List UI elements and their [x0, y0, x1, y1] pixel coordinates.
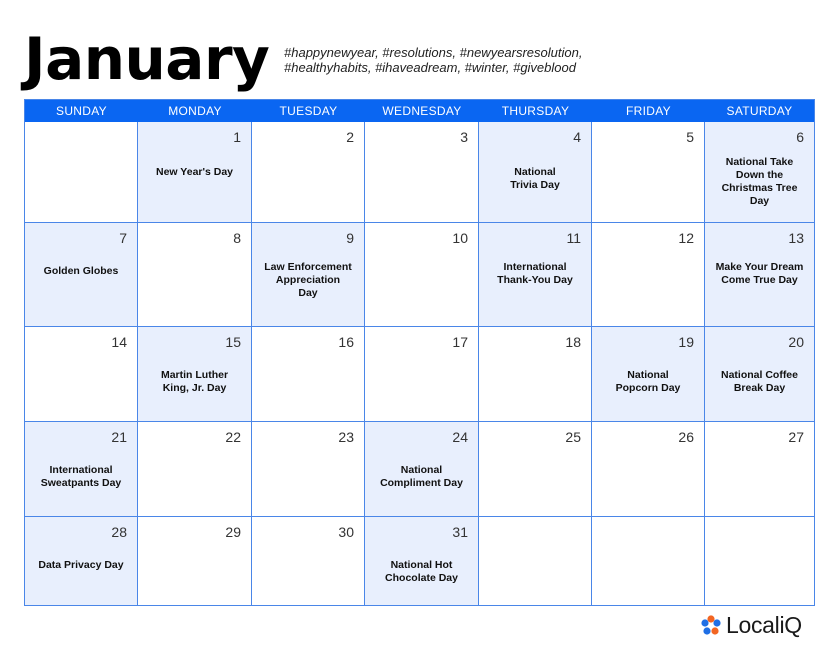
day-number: 9 — [346, 230, 354, 246]
weekday-saturday: SATURDAY — [726, 104, 793, 118]
day-cell: 18 — [479, 327, 592, 422]
day-cell: 7 Golden Globes — [25, 223, 138, 327]
day-number: 24 — [452, 429, 468, 445]
day-number: 17 — [452, 334, 468, 350]
day-cell — [479, 517, 592, 605]
weekday-friday: FRIDAY — [626, 104, 671, 118]
day-cell: 20 National Coffee Break Day — [705, 327, 814, 422]
day-cell: 1 New Year's Day — [138, 122, 252, 223]
day-number: 26 — [678, 429, 694, 445]
weekday-tuesday: TUESDAY — [279, 104, 338, 118]
day-cell: 5 — [592, 122, 705, 223]
day-cell: 11 International Thank-You Day — [479, 223, 592, 327]
day-number: 28 — [111, 524, 127, 540]
weekday-header: SUNDAY MONDAY TUESDAY WEDNESDAY THURSDAY FRID… — [25, 100, 814, 122]
day-cell: 29 — [138, 517, 252, 605]
day-cell: 25 — [479, 422, 592, 517]
event-label: Golden Globes — [43, 265, 119, 277]
event-label: Martin Luther King, Jr. Day — [160, 369, 229, 394]
day-number: 22 — [225, 429, 241, 445]
day-cell — [592, 517, 705, 605]
day-number: 7 — [119, 230, 127, 246]
day-number: 20 — [788, 334, 804, 350]
day-number: 25 — [565, 429, 581, 445]
day-cell: 4 National Trivia Day — [479, 122, 592, 223]
weekday-thursday: THURSDAY — [501, 104, 570, 118]
logo-text: LocaliQ — [726, 612, 802, 638]
localiq-logo: LocaliQ — [700, 612, 802, 639]
day-cell: 23 — [252, 422, 365, 517]
day-cell: 10 — [365, 223, 479, 327]
day-number: 16 — [338, 334, 354, 350]
day-cell — [705, 517, 814, 605]
day-number: 29 — [225, 524, 241, 540]
day-cell: 8 — [138, 223, 252, 327]
day-cell: 22 — [138, 422, 252, 517]
day-cell: 3 — [365, 122, 479, 223]
day-number: 6 — [796, 129, 804, 145]
day-cell: 17 — [365, 327, 479, 422]
event-label: National Hot Chocolate Day — [385, 559, 458, 584]
event-label: Data Privacy Day — [38, 559, 124, 571]
day-cell: 19 National Popcorn Day — [592, 327, 705, 422]
day-number: 13 — [788, 230, 804, 246]
day-number: 4 — [573, 129, 581, 145]
event-label: International Sweatpants Day — [40, 464, 122, 489]
day-number: 14 — [111, 334, 127, 350]
day-number: 1 — [233, 129, 241, 145]
weekday-wednesday: WEDNESDAY — [382, 104, 462, 118]
event-label: National Compliment Day — [380, 464, 463, 489]
day-cell: 26 — [592, 422, 705, 517]
day-number: 27 — [788, 429, 804, 445]
event-label: National Trivia Day — [510, 166, 560, 191]
day-cell: 27 — [705, 422, 814, 517]
day-cell: 12 — [592, 223, 705, 327]
day-cell: 28 Data Privacy Day — [25, 517, 138, 605]
day-number: 3 — [460, 129, 468, 145]
day-number: 30 — [338, 524, 354, 540]
day-cell: 14 — [25, 327, 138, 422]
hashtags-line-1: #happynewyear, #resolutions, #newyearsre… — [284, 45, 583, 60]
event-label: National Popcorn Day — [615, 369, 681, 394]
day-number: 21 — [111, 429, 127, 445]
weekday-monday: MONDAY — [168, 104, 222, 118]
day-cell — [25, 122, 138, 223]
day-number: 8 — [233, 230, 241, 246]
calendar-body: 1 New Year's Day 2 3 4 National Trivia Day 5 6 N… — [25, 122, 814, 605]
day-number: 11 — [566, 230, 581, 246]
event-label: Make Your Dream Come True Day — [715, 261, 804, 286]
day-cell: 24 National Compliment Day — [365, 422, 479, 517]
event-label: New Year's Day — [155, 166, 234, 178]
hashtags: #happynewyear, #resolutions, #newyearsre… — [284, 45, 614, 75]
event-label: National Coffee Break Day — [720, 369, 798, 394]
day-cell: 9 Law Enforcement Appreciation Day — [252, 223, 365, 327]
day-number: 12 — [678, 230, 694, 246]
event-label: National Take Down the Christmas Tree Da… — [721, 156, 798, 207]
day-number: 10 — [452, 230, 468, 246]
day-number: 15 — [225, 334, 241, 350]
day-cell: 21 International Sweatpants Day — [25, 422, 138, 517]
day-number: 23 — [338, 429, 354, 445]
day-cell: 2 — [252, 122, 365, 223]
day-number: 19 — [678, 334, 694, 350]
day-cell: 13 Make Your Dream Come True Day — [705, 223, 814, 327]
weekday-sunday: SUNDAY — [56, 104, 107, 118]
day-number: 5 — [686, 129, 694, 145]
day-cell: 15 Martin Luther King, Jr. Day — [138, 327, 252, 422]
event-label: Law Enforcement Appreciation Day — [264, 261, 352, 299]
day-cell: 16 — [252, 327, 365, 422]
day-number: 2 — [346, 129, 354, 145]
day-number: 18 — [565, 334, 581, 350]
day-cell: 6 National Take Down the Christmas Tree D… — [705, 122, 814, 223]
day-number: 31 — [452, 524, 468, 540]
hashtags-line-2: #healthyhabits, #ihaveadream, #winter, #… — [284, 60, 576, 75]
month-title: January — [24, 25, 270, 93]
event-label: International Thank-You Day — [497, 261, 573, 286]
calendar-grid: SUNDAY MONDAY TUESDAY WEDNESDAY THURSDAY FRID… — [24, 99, 815, 606]
day-cell: 30 — [252, 517, 365, 605]
day-cell: 31 National Hot Chocolate Day — [365, 517, 479, 605]
asterisk-flower-icon — [700, 614, 722, 637]
